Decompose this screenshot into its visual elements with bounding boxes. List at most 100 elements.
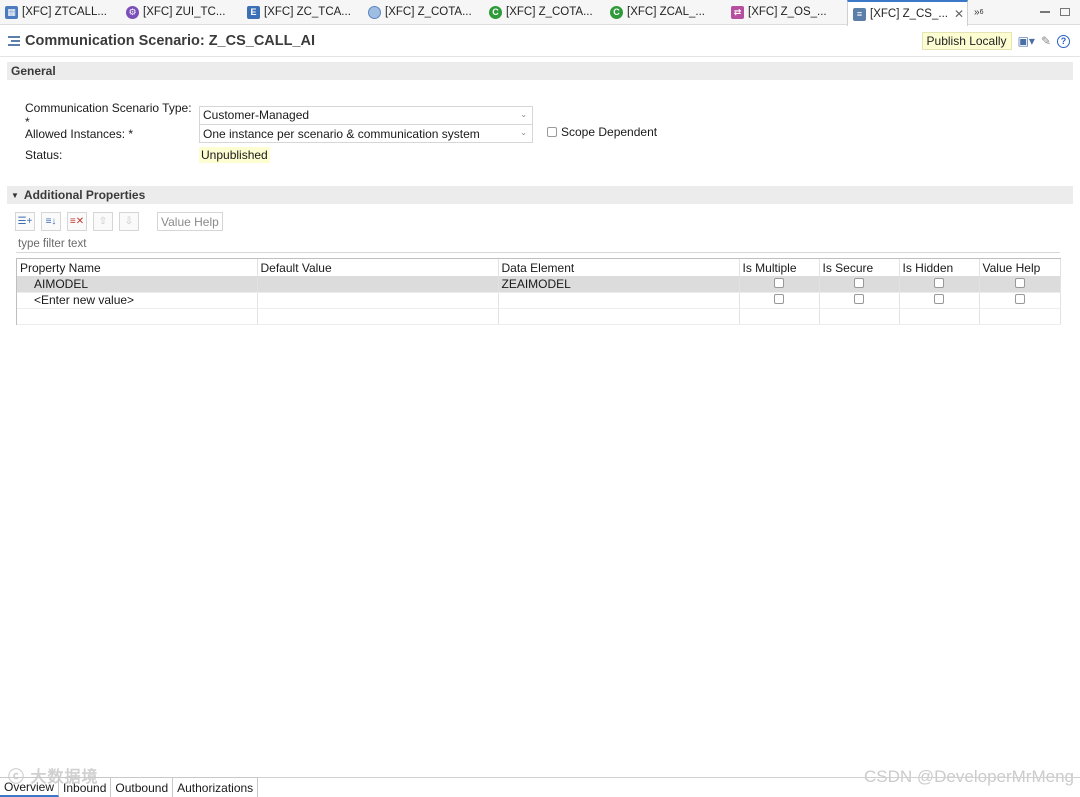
is-hidden-cell — [899, 292, 980, 309]
general-section-header: General — [7, 62, 1073, 80]
empty-cell — [498, 308, 740, 325]
empty-cell — [257, 308, 499, 325]
is-multiple-checkbox[interactable] — [774, 294, 784, 304]
collapse-triangle-icon[interactable]: ▼ — [11, 191, 19, 200]
allowed-instances-dropdown[interactable]: One instance per scenario & communicatio… — [199, 124, 533, 143]
table-row-empty — [17, 308, 1061, 325]
column-header-is-hidden[interactable]: Is Hidden — [899, 259, 980, 276]
page-title: Communication Scenario: Z_CS_CALL_AI — [25, 33, 316, 49]
tab-inbound[interactable]: Inbound — [59, 777, 112, 797]
editor-tab-6[interactable]: C [XFC] ZCAL_... — [605, 0, 726, 24]
scope-dependent-checkbox[interactable] — [547, 127, 557, 137]
communication-scenario-icon: ≡ — [853, 7, 866, 21]
publish-locally-button[interactable]: Publish Locally — [921, 32, 1012, 50]
value-help-cell — [979, 276, 1061, 293]
is-hidden-checkbox[interactable] — [934, 294, 944, 304]
data-element-cell[interactable] — [498, 292, 740, 309]
class-icon: C — [489, 5, 502, 19]
is-hidden-cell — [899, 276, 980, 293]
tab-outbound[interactable]: Outbound — [111, 777, 174, 797]
add-property-icon[interactable]: ☰+ — [15, 212, 35, 231]
column-header-is-secure[interactable]: Is Secure — [819, 259, 900, 276]
chevron-down-icon: ⌄ — [520, 109, 527, 119]
is-secure-checkbox[interactable] — [854, 294, 864, 304]
editor-tab-bar: ▦ [XFC] ZTCALL... ⚙ [XFC] ZUI_TC... E [X… — [0, 0, 1080, 26]
table-row-new[interactable]: <Enter new value> — [17, 292, 1061, 309]
table-row[interactable]: AIMODEL ZEAIMODEL — [17, 276, 1061, 293]
window-controls — [1040, 0, 1080, 24]
move-up-icon[interactable]: ⇧ — [93, 212, 113, 231]
allowed-instances-label: Allowed Instances: * — [25, 126, 134, 141]
minimize-icon[interactable] — [1040, 11, 1050, 13]
pen-icon[interactable]: ✎ — [1041, 34, 1051, 48]
default-value-cell[interactable] — [257, 292, 499, 309]
entity-icon: E — [247, 5, 260, 19]
default-value-cell[interactable] — [257, 276, 499, 293]
value-help-checkbox[interactable] — [1014, 277, 1025, 288]
tab-label: [XFC] ZCAL_... — [627, 6, 705, 18]
move-down-icon[interactable]: ⇩ — [119, 212, 139, 231]
outbound-service-icon: ⇄ — [731, 5, 744, 19]
scope-dependent-option[interactable]: Scope Dependent — [547, 125, 657, 139]
editor-tab-5[interactable]: C [XFC] Z_COTA... — [484, 0, 605, 24]
table-icon: ▦ — [5, 5, 18, 19]
column-header-property-name[interactable]: Property Name — [17, 259, 258, 276]
tab-label: [XFC] Z_CS_... — [870, 8, 948, 20]
tab-label: [XFC] ZTCALL... — [22, 6, 107, 18]
column-header-value-help[interactable]: Value Help — [979, 259, 1061, 276]
filter-input[interactable]: type filter text — [16, 236, 1060, 253]
help-icon[interactable]: ? — [1057, 34, 1070, 48]
tab-overview[interactable]: Overview — [0, 777, 60, 797]
is-secure-cell — [819, 292, 900, 309]
tab-label: [XFC] Z_COTA... — [506, 6, 593, 18]
is-multiple-checkbox[interactable] — [774, 277, 784, 288]
tab-label: [XFC] Z_OS_... — [748, 6, 827, 18]
is-hidden-checkbox[interactable] — [934, 277, 944, 288]
chevron-down-icon: ⌄ — [520, 128, 527, 137]
maximize-icon[interactable] — [1060, 8, 1070, 16]
allowed-instances-row: Allowed Instances: * One instance per sc… — [25, 124, 533, 143]
insert-property-icon[interactable]: ≡↓ — [41, 212, 61, 231]
table-header-row: Property Name Default Value Data Element… — [17, 259, 1061, 276]
remove-property-icon[interactable]: ≡✕ — [67, 212, 87, 231]
is-secure-checkbox[interactable] — [854, 277, 864, 288]
editor-tab-3[interactable]: E [XFC] ZC_TCA... — [242, 0, 363, 24]
is-secure-cell — [819, 276, 900, 293]
allowed-instances-value: One instance per scenario & communicatio… — [203, 126, 480, 141]
tab-label: [XFC] Z_COTA... — [385, 6, 472, 18]
value-help-button[interactable]: Value Help — [157, 212, 223, 231]
tab-authorizations[interactable]: Authorizations — [173, 777, 259, 797]
close-icon[interactable]: ✕ — [948, 7, 964, 21]
page-tabs-divider — [250, 777, 1080, 778]
value-help-checkbox[interactable] — [1014, 294, 1025, 304]
scenario-type-dropdown[interactable]: Customer-Managed ⌄ — [199, 105, 533, 125]
editor-tab-2[interactable]: ⚙ [XFC] ZUI_TC... — [121, 0, 242, 24]
tab-label: [XFC] ZC_TCA... — [264, 6, 351, 18]
properties-toolbar: ☰+ ≡↓ ≡✕ ⇧ ⇩ Value Help — [15, 212, 223, 231]
is-multiple-cell — [739, 292, 820, 309]
tab-label: [XFC] ZUI_TC... — [143, 6, 226, 18]
interface-icon — [368, 5, 381, 19]
column-header-data-element[interactable]: Data Element — [498, 259, 740, 276]
column-header-is-multiple[interactable]: Is Multiple — [739, 259, 820, 276]
scenario-type-value: Customer-Managed — [203, 108, 310, 122]
header-divider — [0, 56, 1080, 57]
status-badge: Unpublished — [199, 147, 270, 163]
empty-cell — [17, 308, 258, 325]
new-value-cell[interactable]: <Enter new value> — [17, 292, 258, 309]
additional-properties-section-header[interactable]: ▼ Additional Properties — [7, 186, 1073, 204]
value-help-cell — [979, 292, 1061, 309]
data-element-cell[interactable]: ZEAIMODEL — [498, 276, 740, 293]
editor-tab-1[interactable]: ▦ [XFC] ZTCALL... — [0, 0, 121, 24]
editor-tab-7[interactable]: ⇄ [XFC] Z_OS_... — [726, 0, 847, 24]
section-title: General — [11, 64, 56, 78]
property-name-cell[interactable]: AIMODEL — [17, 276, 258, 293]
editor-tab-4[interactable]: [XFC] Z_COTA... — [363, 0, 484, 24]
column-header-default-value[interactable]: Default Value — [257, 259, 499, 276]
empty-cell — [819, 308, 900, 325]
editor-tab-8-active[interactable]: ≡ [XFC] Z_CS_... ✕ — [847, 0, 968, 26]
is-multiple-cell — [739, 276, 820, 293]
tab-overflow-button[interactable]: » 6 — [968, 0, 983, 24]
transport-icon[interactable]: ▣▾ — [1018, 34, 1035, 48]
properties-table: Property Name Default Value Data Element… — [16, 258, 1061, 325]
